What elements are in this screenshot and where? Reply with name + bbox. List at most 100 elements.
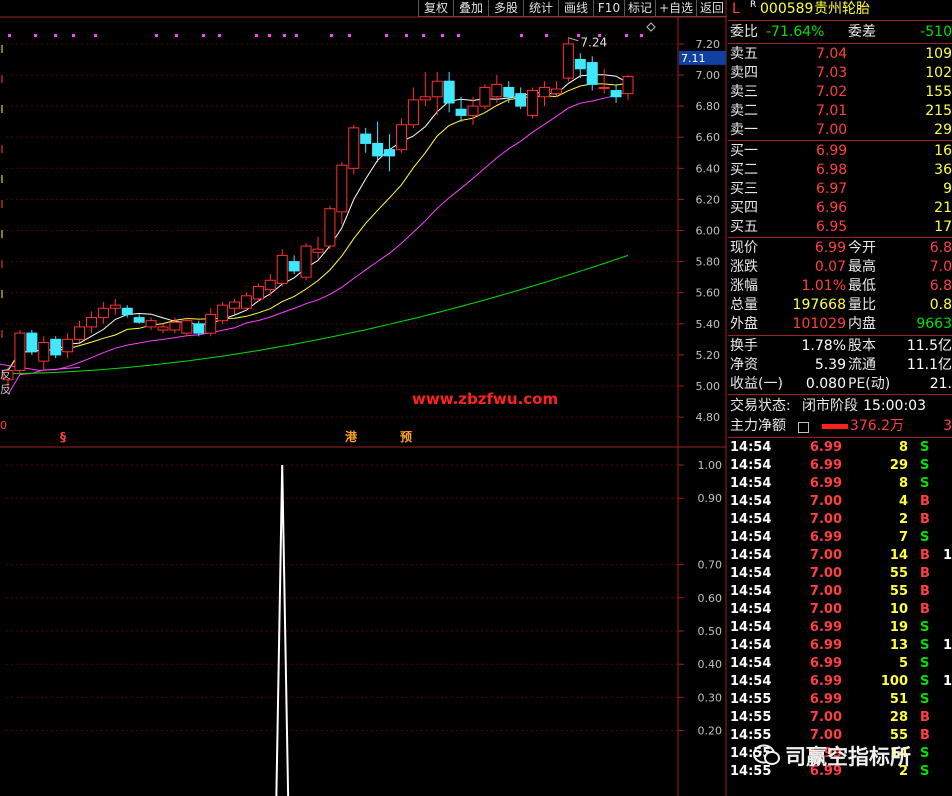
signal-dot — [405, 34, 408, 37]
y-tick-label: 6.80 — [696, 100, 721, 113]
candle-body — [133, 317, 145, 323]
bid-row: 买三 6.97 9 — [728, 180, 952, 199]
stat-row: 涨幅 1.01% 最低 6.8 — [728, 277, 952, 296]
stat-value: 197668 — [792, 297, 846, 313]
signal-dot — [202, 34, 205, 37]
tick-time: 14:54 — [730, 674, 772, 689]
stat-value: 9663 — [916, 316, 952, 332]
candle-body — [479, 86, 491, 107]
y-tick-label: 4.80 — [696, 411, 721, 424]
fund-label: 换手 — [730, 338, 758, 354]
tick-direction: S — [920, 656, 930, 671]
candle-body — [169, 321, 181, 331]
ask-price: 7.04 — [816, 46, 848, 62]
bid-label: 买一 — [730, 143, 758, 159]
tick-volume: 2 — [898, 512, 908, 527]
bid-price: 6.95 — [816, 219, 848, 235]
tick-direction: B — [920, 584, 930, 599]
tick-time: 14:54 — [730, 602, 772, 617]
y-tick-label: 6.40 — [696, 162, 721, 175]
y-tick-label: 7.20 — [696, 38, 721, 51]
ma5-line — [7, 74, 629, 371]
bid-volume: 9 — [943, 181, 952, 197]
tick-time: 14:54 — [730, 548, 772, 563]
tick-time: 14:54 — [730, 458, 772, 473]
candle-body — [229, 301, 241, 309]
bid-row: 买二 6.98 36 — [728, 161, 952, 180]
sub-y-tick-label: 1.00 — [698, 459, 723, 472]
tick-direction: S — [920, 476, 930, 491]
tick-price: 7.00 — [809, 602, 842, 617]
fund-label: 流通 — [848, 357, 876, 373]
divider — [728, 237, 952, 238]
candle-body — [336, 164, 348, 213]
bid-row: 买五 6.95 17 — [728, 218, 952, 237]
diamond-icon — [646, 22, 656, 32]
tick-price: 7.00 — [809, 494, 842, 509]
candle-body — [503, 86, 515, 98]
tick-volume: 29 — [889, 458, 908, 473]
candle-body — [240, 295, 252, 309]
candle-body — [288, 261, 300, 272]
event-marker: 港 — [345, 429, 358, 444]
bid-volume: 16 — [934, 143, 952, 159]
fund-label: 股本 — [848, 338, 876, 354]
candle-body — [145, 320, 157, 328]
candle-body — [562, 43, 574, 79]
tick-row: 14:54 7.00 14 B 1 — [728, 547, 952, 565]
main-flow-label: 主力净额 — [730, 418, 786, 434]
bid-price: 6.96 — [816, 200, 848, 216]
candle-body — [372, 142, 384, 157]
candle-body — [264, 279, 276, 291]
main-flow-extra: 3 — [943, 418, 952, 434]
tick-price: 6.99 — [809, 440, 842, 455]
signal-dot — [348, 34, 351, 37]
ask-price: 7.00 — [816, 122, 848, 138]
ask-label: 卖三 — [730, 84, 758, 100]
sub-y-tick-label: 0.90 — [698, 492, 723, 505]
ask-label: 卖五 — [730, 46, 758, 62]
bid-price: 6.98 — [816, 162, 848, 178]
tick-row: 14:54 7.00 2 B — [728, 511, 952, 529]
watermark-text: 司赢空指标所 — [785, 745, 911, 769]
fund-value: 5.39 — [814, 357, 846, 373]
stat-row: 总量 197668 量比 0.8 — [728, 296, 952, 315]
watermark: 司赢空指标所 — [752, 740, 952, 770]
list-icon[interactable] — [798, 422, 809, 433]
signal-dot — [54, 34, 57, 37]
candle-body — [74, 326, 86, 340]
tick-row: 14:55 7.00 28 B — [728, 709, 952, 727]
candle-body — [205, 313, 217, 334]
candle-body — [348, 127, 360, 169]
candle-body — [276, 254, 288, 284]
ratio-label: 委比 — [730, 24, 758, 40]
signal-dot — [175, 34, 178, 37]
tick-row: 14:54 6.99 100 S 1 — [728, 673, 952, 691]
stat-label: 现价 — [730, 240, 758, 256]
ask-price: 7.01 — [816, 103, 848, 119]
tick-price: 6.99 — [809, 674, 842, 689]
ask-volume: 215 — [925, 103, 952, 119]
stock-header: L R 000589 贵州轮胎 — [728, 0, 952, 19]
bid-price: 6.97 — [816, 181, 848, 197]
tick-row: 14:54 6.99 5 S — [728, 655, 952, 673]
candle-body — [407, 99, 419, 126]
tick-row: 14:54 6.99 8 S — [728, 439, 952, 457]
trade-status-label: 交易状态: — [730, 398, 791, 414]
signal-dot — [422, 34, 425, 37]
ask-row: 卖二 7.01 215 — [728, 102, 952, 121]
tick-direction: S — [920, 692, 930, 707]
signal-dot — [72, 34, 75, 37]
tick-volume: 7 — [898, 530, 908, 545]
sub-y-tick-label: 0.60 — [698, 592, 723, 605]
tick-direction: B — [920, 548, 930, 563]
tick-direction: S — [920, 440, 930, 455]
trade-status-row: 交易状态: 闭市阶段 15:00:03 — [728, 397, 952, 416]
y-tick-label: 5.40 — [696, 318, 721, 331]
stock-name: 贵州轮胎 — [814, 1, 870, 17]
tick-volume: 55 — [889, 566, 908, 581]
tick-row: 14:54 6.99 19 S — [728, 619, 952, 637]
signal-dot — [441, 34, 444, 37]
signal-dot — [640, 34, 643, 37]
ask-volume: 109 — [925, 46, 952, 62]
